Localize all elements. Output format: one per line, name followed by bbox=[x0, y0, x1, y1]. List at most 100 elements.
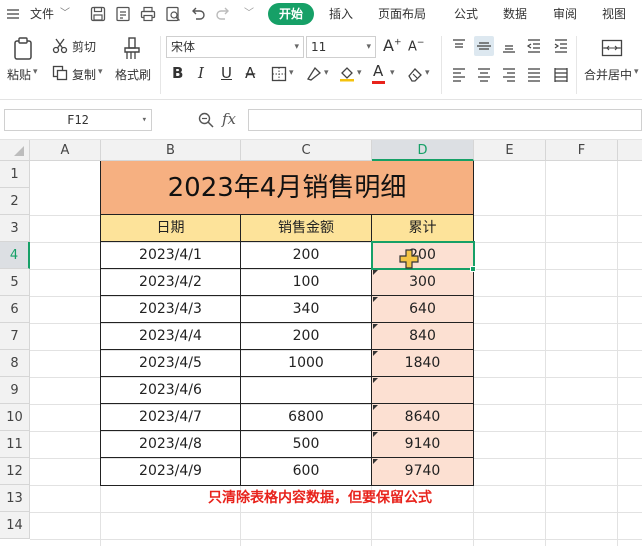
paste-icon[interactable] bbox=[12, 36, 36, 62]
chevron-down-icon[interactable]: ▾ bbox=[390, 68, 395, 78]
cell-cumulative[interactable]: 9140 bbox=[372, 431, 474, 458]
chevron-down-icon[interactable]: ﹀ bbox=[60, 0, 70, 28]
tab-data[interactable]: 数据 bbox=[503, 0, 527, 28]
row-header-14[interactable]: 14 bbox=[0, 512, 30, 539]
cell-cumulative[interactable]: 1840 bbox=[372, 350, 474, 377]
select-all-corner[interactable] bbox=[0, 140, 30, 161]
row-header-4[interactable]: 4 bbox=[0, 242, 30, 269]
cell-sales[interactable] bbox=[241, 377, 372, 404]
decrease-font-icon[interactable]: A− bbox=[408, 38, 424, 54]
align-top-icon[interactable] bbox=[450, 37, 468, 55]
column-header-f[interactable]: F bbox=[546, 140, 618, 161]
align-middle-icon[interactable] bbox=[474, 36, 494, 56]
cell-sales[interactable]: 500 bbox=[241, 431, 372, 458]
cell-cumulative[interactable]: 9740 bbox=[372, 458, 474, 486]
distributed-align-icon[interactable] bbox=[552, 65, 570, 83]
font-size-select[interactable]: 11 ▾ bbox=[306, 36, 376, 58]
underline-icon[interactable]: U bbox=[221, 64, 232, 82]
eraser-icon[interactable] bbox=[406, 65, 424, 83]
align-right-icon[interactable] bbox=[500, 65, 518, 83]
file-menu[interactable]: 文件 bbox=[30, 0, 54, 28]
zoom-icon[interactable] bbox=[197, 111, 215, 129]
cell-date[interactable]: 2023/4/3 bbox=[101, 296, 241, 323]
cell-date[interactable]: 2023/4/4 bbox=[101, 323, 241, 350]
row-header-2[interactable]: 2 bbox=[0, 188, 30, 215]
tab-review[interactable]: 审阅 bbox=[553, 0, 577, 28]
cut-button[interactable]: 剪切 bbox=[72, 38, 96, 55]
redo-icon[interactable] bbox=[214, 5, 232, 23]
chevron-down-icon[interactable]: ▾ bbox=[289, 68, 294, 78]
format-painter-button[interactable]: 格式刷 bbox=[115, 66, 151, 83]
cell-sales[interactable]: 100 bbox=[241, 269, 372, 296]
chevron-down-icon[interactable]: ▾ bbox=[357, 68, 362, 78]
chevron-down-icon[interactable]: ▾ bbox=[324, 68, 329, 78]
cell-sales[interactable]: 6800 bbox=[241, 404, 372, 431]
header-sales[interactable]: 销售金额 bbox=[241, 215, 372, 242]
cell-date[interactable]: 2023/4/7 bbox=[101, 404, 241, 431]
scissors-icon[interactable] bbox=[51, 37, 69, 55]
undo-icon[interactable] bbox=[189, 5, 207, 23]
header-cumulative[interactable]: 累计 bbox=[372, 215, 474, 242]
merge-center-button[interactable]: 合并居中 bbox=[584, 66, 632, 83]
border-icon[interactable] bbox=[270, 65, 288, 83]
cell-sales[interactable]: 200 bbox=[241, 242, 372, 269]
fill-handle[interactable] bbox=[470, 266, 476, 272]
strikethrough-icon[interactable]: A̶ bbox=[245, 64, 255, 82]
cell-date[interactable]: 2023/4/2 bbox=[101, 269, 241, 296]
cell-date[interactable]: 2023/4/6 bbox=[101, 377, 241, 404]
bold-icon[interactable]: B bbox=[172, 64, 183, 82]
row-header-8[interactable]: 8 bbox=[0, 350, 30, 377]
cell-style-icon[interactable] bbox=[305, 65, 323, 83]
chevron-down-icon[interactable]: ▾ bbox=[634, 67, 639, 77]
tab-page-layout[interactable]: 页面布局 bbox=[378, 0, 426, 28]
tab-start[interactable]: 开始 bbox=[268, 3, 314, 25]
italic-icon[interactable]: I bbox=[198, 64, 204, 82]
row-header-12[interactable]: 12 bbox=[0, 458, 30, 485]
merge-center-icon[interactable] bbox=[600, 37, 624, 59]
print-icon[interactable] bbox=[139, 5, 157, 23]
chevron-down-icon[interactable]: ﹀ bbox=[244, 0, 254, 28]
column-header-g[interactable] bbox=[618, 140, 642, 161]
table-title[interactable]: 2023年4月销售明细 bbox=[101, 161, 474, 215]
paste-button[interactable]: 粘贴 bbox=[7, 66, 31, 83]
column-header-d[interactable]: D bbox=[372, 140, 474, 161]
cell-sales[interactable]: 340 bbox=[241, 296, 372, 323]
copy-icon[interactable] bbox=[51, 64, 69, 82]
copy-button[interactable]: 复制 bbox=[72, 66, 96, 83]
cell-cumulative[interactable]: 840 bbox=[372, 323, 474, 350]
row-header-11[interactable]: 11 bbox=[0, 431, 30, 458]
column-header-b[interactable]: B bbox=[101, 140, 241, 161]
row-header-10[interactable]: 10 bbox=[0, 404, 30, 431]
cell-sales[interactable]: 600 bbox=[241, 458, 372, 486]
column-header-a[interactable]: A bbox=[30, 140, 101, 161]
column-header-e[interactable]: E bbox=[474, 140, 546, 161]
row-header-7[interactable]: 7 bbox=[0, 323, 30, 350]
function-icon[interactable]: fx bbox=[222, 110, 236, 128]
header-date[interactable]: 日期 bbox=[101, 215, 241, 242]
cell-date[interactable]: 2023/4/8 bbox=[101, 431, 241, 458]
tab-insert[interactable]: 插入 bbox=[329, 0, 353, 28]
justify-icon[interactable] bbox=[525, 65, 543, 83]
cell-cumulative[interactable] bbox=[372, 377, 474, 404]
save-icon[interactable] bbox=[89, 5, 107, 23]
row-header-5[interactable]: 5 bbox=[0, 269, 30, 296]
align-center-icon[interactable] bbox=[475, 65, 493, 83]
decrease-indent-icon[interactable] bbox=[525, 37, 543, 55]
cell-cumulative[interactable]: 8640 bbox=[372, 404, 474, 431]
menu-icon[interactable] bbox=[4, 5, 22, 23]
increase-indent-icon[interactable] bbox=[552, 37, 570, 55]
row-header-9[interactable]: 9 bbox=[0, 377, 30, 404]
cell-cumulative[interactable]: 300 bbox=[372, 269, 474, 296]
row-header-6[interactable]: 6 bbox=[0, 296, 30, 323]
row-header-3[interactable]: 3 bbox=[0, 215, 30, 242]
font-name-select[interactable]: 宋体 ▾ bbox=[166, 36, 304, 58]
formula-input[interactable] bbox=[248, 109, 642, 131]
font-color-icon[interactable]: A bbox=[373, 62, 383, 80]
fill-color-icon[interactable] bbox=[338, 64, 356, 82]
cell-sales[interactable]: 1000 bbox=[241, 350, 372, 377]
name-box[interactable]: F12 ▾ bbox=[4, 109, 152, 131]
cell-date[interactable]: 2023/4/1 bbox=[101, 242, 241, 269]
column-header-c[interactable]: C bbox=[241, 140, 372, 161]
increase-font-icon[interactable]: A+ bbox=[383, 36, 402, 55]
print-preview-icon[interactable] bbox=[164, 5, 182, 23]
